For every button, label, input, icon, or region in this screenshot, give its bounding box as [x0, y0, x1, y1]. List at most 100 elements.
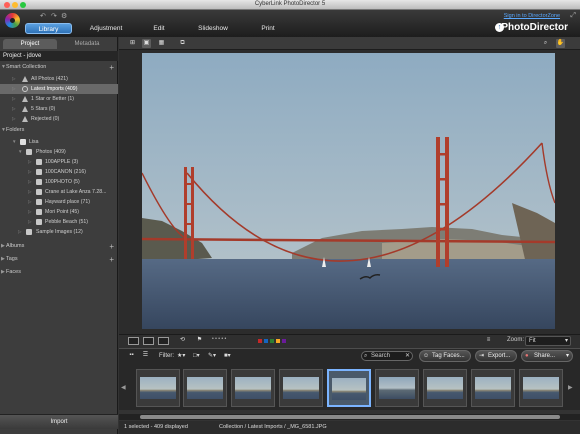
sidebar-item-lisa[interactable]: ▼ Lisa: [0, 137, 118, 147]
star-filter-icon: [22, 96, 28, 102]
sidebar-item-pebble-beach[interactable]: ▷ Pebble Beach (51): [0, 217, 118, 227]
sidebar-item-1-star[interactable]: ▷ 1 Star or Better (1): [0, 94, 118, 104]
share-button[interactable]: ● Share... ▾: [521, 350, 573, 362]
thumbnail-grid-icon[interactable]: ▪▪: [127, 351, 136, 360]
thumbnail[interactable]: [471, 369, 515, 407]
main-photo: [142, 53, 555, 329]
add-album-icon[interactable]: +: [109, 242, 114, 251]
hand-tool-icon[interactable]: ✋: [556, 39, 565, 48]
folder-icon: [26, 149, 32, 155]
chevron-down-icon: ▾: [565, 353, 569, 359]
tab-metadata[interactable]: Metadata: [60, 39, 114, 49]
thumbnail[interactable]: [279, 369, 323, 407]
list-view-icon[interactable]: ☰: [141, 351, 150, 360]
smart-collection-icon: [22, 76, 28, 82]
smart-collection-header[interactable]: ▼ Smart Collection +: [0, 63, 118, 72]
folders-header[interactable]: ▼ Folders: [0, 126, 118, 135]
search-icon: ⌕: [364, 353, 368, 359]
thumbnail[interactable]: [136, 369, 180, 407]
sign-in-link[interactable]: Sign in to DirectorZone: [504, 13, 560, 19]
label-red-swatch[interactable]: [258, 339, 262, 343]
scroll-left-icon[interactable]: ◀: [121, 384, 126, 391]
tab-edit[interactable]: Edit: [148, 23, 170, 34]
tab-print[interactable]: Print: [258, 23, 278, 34]
sidebar-item-hayward[interactable]: ▷ Hayward place (71): [0, 197, 118, 207]
label-purple-swatch[interactable]: [282, 339, 286, 343]
thumbnail-image: [523, 377, 559, 399]
clear-icon[interactable]: ✕: [405, 352, 410, 360]
label-filter-icon[interactable]: ■▾: [224, 352, 231, 361]
collapse-triangle-icon: ▼: [1, 127, 6, 133]
rating-filter-icon[interactable]: ★▾: [177, 352, 185, 361]
thumbnail[interactable]: [423, 369, 467, 407]
tab-project[interactable]: Project: [3, 39, 57, 49]
app-logo-icon: [5, 13, 20, 28]
thumbnail-selected[interactable]: [327, 369, 371, 407]
status-bar: 1 selected - 409 displayed Collection / …: [119, 421, 580, 434]
tag-faces-button[interactable]: ☺ Tag Faces...: [419, 350, 471, 362]
sort-icon[interactable]: ≡: [484, 336, 493, 345]
thumbnail-image: [475, 377, 511, 399]
sidebar-item-latest-imports[interactable]: ▷ Latest Imports (409): [0, 84, 118, 94]
thumbnail[interactable]: [183, 369, 227, 407]
split-view-icon[interactable]: [143, 337, 154, 345]
folder-icon: [26, 229, 32, 235]
label-blue-swatch[interactable]: [264, 339, 268, 343]
albums-header[interactable]: ▶ Albums +: [0, 242, 118, 251]
sidebar-item-sample-images[interactable]: ▷ Sample Images (12): [0, 227, 118, 237]
expand-triangle-icon: ▶: [1, 269, 5, 275]
compare-view-icon[interactable]: ⧉: [178, 39, 187, 48]
zoom-select[interactable]: Fit ▾: [525, 336, 571, 346]
filmstrip-view-icon[interactable]: [158, 337, 169, 345]
rating-stars[interactable]: • • • • •: [212, 336, 226, 342]
folder-icon: [36, 169, 42, 175]
expand-triangle-icon: ▶: [1, 243, 5, 249]
search-input[interactable]: ⌕ Search ✕: [361, 351, 413, 361]
thumbnail[interactable]: [519, 369, 563, 407]
expand-arrow-icon: ▷: [18, 229, 22, 234]
faces-header[interactable]: ▶ Faces: [0, 268, 118, 277]
folder-icon: [36, 159, 42, 165]
golden-gate-bridge-image: [142, 53, 555, 329]
sidebar-item-5-stars[interactable]: ▷ 5 Stars (0): [0, 104, 118, 114]
sidebar-item-100apple[interactable]: ▷ 100APPLE (3): [0, 157, 118, 167]
sidebar-item-100photo[interactable]: ▷ 100PHOTO (5): [0, 177, 118, 187]
expand-arrow-icon: ▷: [28, 179, 32, 184]
tab-adjustment[interactable]: Adjustment: [84, 23, 128, 34]
loupe-view-icon[interactable]: ▣: [142, 39, 151, 48]
zoom-tool-icon[interactable]: ⌕: [541, 39, 550, 48]
sidebar-item-rejected[interactable]: ▷ Rejected (0): [0, 114, 118, 124]
thumbnail[interactable]: [375, 369, 419, 407]
label-yellow-swatch[interactable]: [276, 339, 280, 343]
scroll-right-icon[interactable]: ▶: [568, 384, 573, 391]
sidebar-item-100canon[interactable]: ▷ 100CANON (216): [0, 167, 118, 177]
tab-slideshow[interactable]: Slideshow: [195, 23, 231, 34]
edit-filter-icon[interactable]: ✎▾: [208, 352, 216, 361]
redo-icon[interactable]: ↷: [51, 12, 57, 20]
undo-icon[interactable]: ↶: [40, 12, 46, 20]
tags-header[interactable]: ▶ Tags +: [0, 255, 118, 264]
export-button[interactable]: ⇥ Export...: [475, 350, 517, 362]
thumbnail[interactable]: [231, 369, 275, 407]
scrollbar-thumb[interactable]: [140, 415, 560, 419]
sidebar-item-mori-point[interactable]: ▷ Mori Point (45): [0, 207, 118, 217]
rotate-icon[interactable]: ⟲: [178, 336, 187, 345]
face-icon: ☺: [423, 353, 430, 359]
label-green-swatch[interactable]: [270, 339, 274, 343]
import-button[interactable]: Import: [0, 414, 118, 429]
expand-icon[interactable]: ⤢: [570, 12, 576, 20]
sidebar-item-photos[interactable]: ▼ Photos (409): [0, 147, 118, 157]
flag-filter-icon[interactable]: □▾: [193, 352, 200, 361]
sidebar-item-all-photos[interactable]: ▷ All Photos (421): [0, 74, 118, 84]
expand-arrow-icon: ▷: [28, 219, 32, 224]
add-tag-icon[interactable]: +: [109, 255, 114, 264]
tab-library[interactable]: Library: [25, 23, 72, 34]
expand-arrow-icon: ▷: [28, 159, 32, 164]
settings-gear-icon[interactable]: ⚙: [61, 12, 67, 20]
grid-view-icon[interactable]: ▦: [157, 39, 166, 48]
single-view-icon[interactable]: [128, 337, 139, 345]
viewer-mode-icon[interactable]: ⊞: [128, 39, 137, 48]
flag-icon[interactable]: ⚑: [195, 336, 204, 345]
sidebar-item-crane[interactable]: ▷ Crane at Lake Anza 7.28...: [0, 187, 118, 197]
add-smart-collection-icon[interactable]: +: [109, 63, 114, 72]
